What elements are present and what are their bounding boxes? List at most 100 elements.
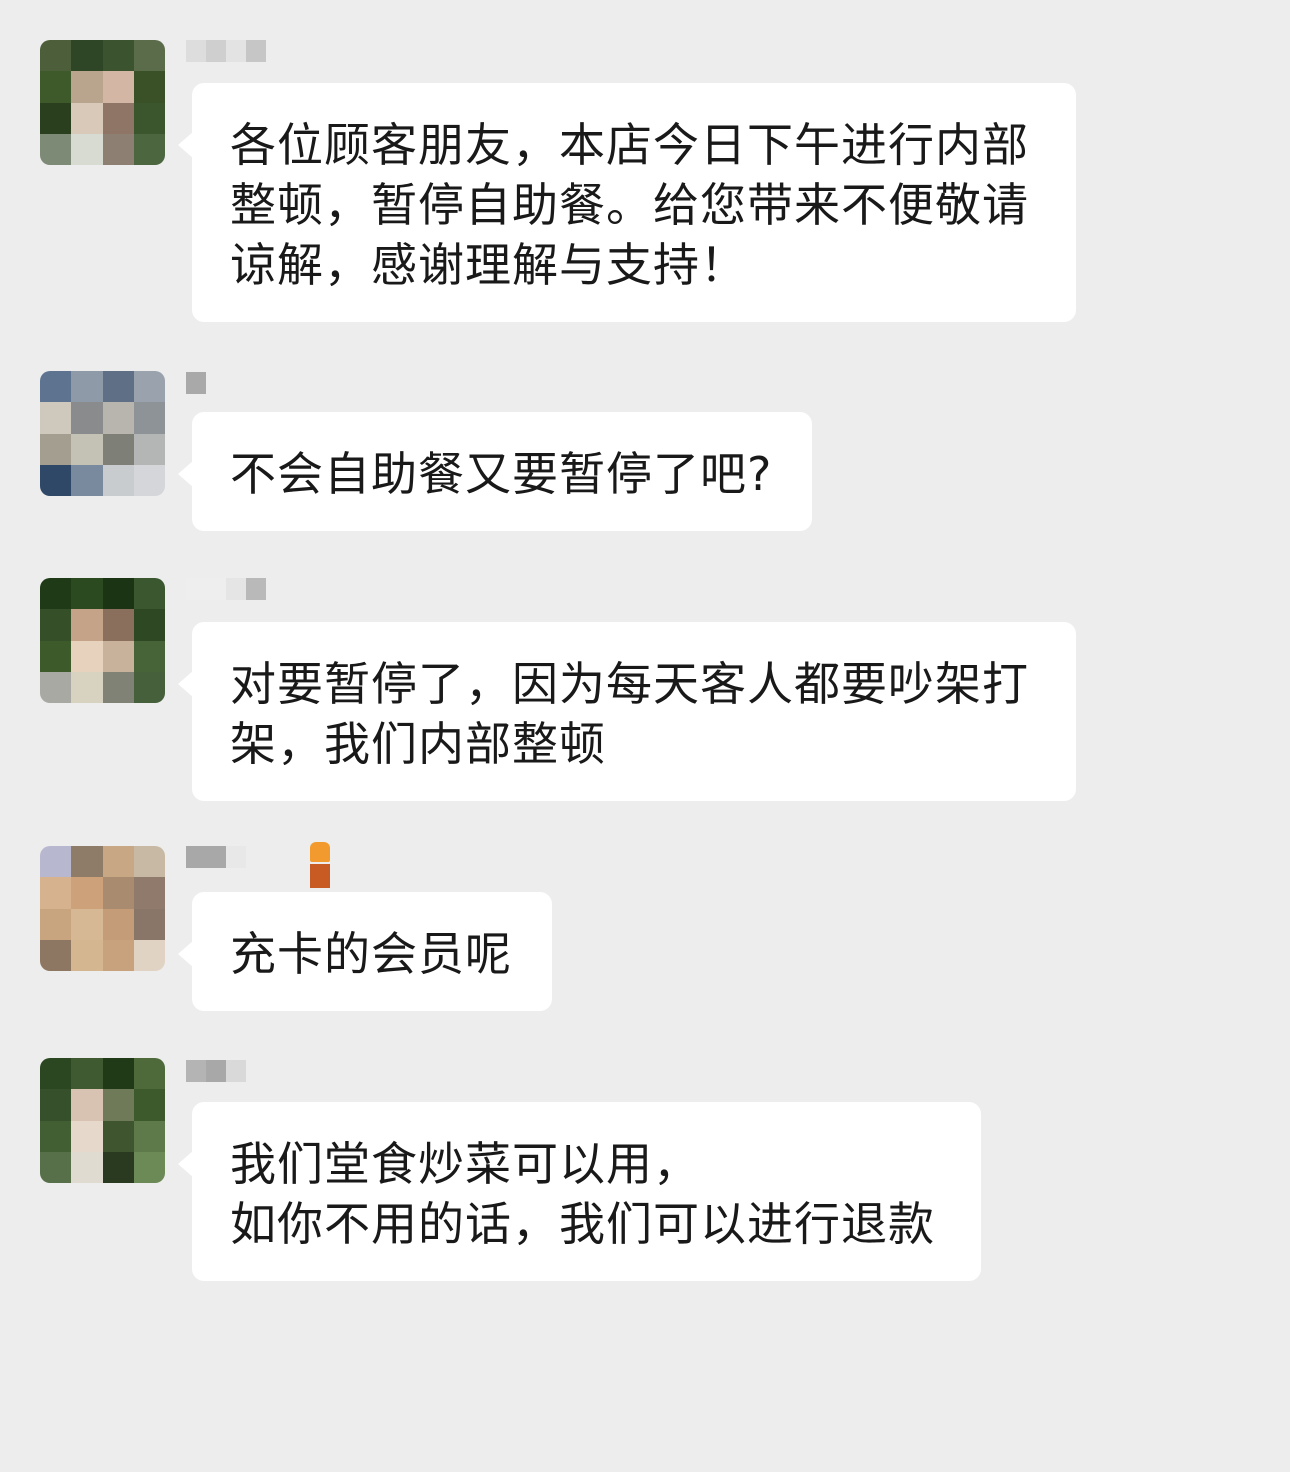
message-bubble[interactable]: 我们堂食炒菜可以用， 如你不用的话，我们可以进行退款 [178,1102,981,1281]
avatar-mosaic-cell [133,1089,165,1121]
carrot-emoji-icon [310,842,330,888]
avatar-mosaic-cell [71,102,103,134]
avatar-mosaic-cell [133,640,165,672]
avatar-mosaic-cell [102,939,134,971]
avatar-mosaic-cell [40,877,72,909]
name-mosaic-cell [206,40,226,62]
avatar-mosaic-cell [133,40,165,72]
avatar-mosaic-cell [102,1151,134,1183]
avatar-mosaic-cell [133,1058,165,1090]
avatar-mosaic-cell [133,102,165,134]
avatar-mosaic-cell [40,939,72,971]
name-mosaic-cell [186,40,206,62]
avatar-mosaic-cell [133,1120,165,1152]
avatar-mosaic-cell [133,908,165,940]
avatar-mosaic-cell [133,609,165,641]
avatar-mosaic-cell [40,433,72,465]
avatar[interactable] [40,1058,165,1183]
avatar-mosaic-cell [40,464,72,496]
avatar-mosaic-cell [102,433,134,465]
avatar-mosaic-cell [40,1120,72,1152]
message-bubble[interactable]: 对要暂停了，因为每天客人都要吵架打架，我们内部整顿 [178,622,1076,801]
avatar-mosaic-cell [40,578,72,610]
name-mosaic-cell [226,846,246,868]
avatar[interactable] [40,40,165,165]
name-mosaic-cell [186,578,226,600]
name-mosaic-cell [186,846,226,868]
avatar-mosaic-cell [71,371,103,403]
avatar-mosaic-cell [40,846,72,878]
avatar-mosaic-cell [71,433,103,465]
avatar-mosaic-cell [71,877,103,909]
message-bubble[interactable]: 各位顾客朋友，本店今日下午进行内部整顿，暂停自助餐。给您带来不便敬请谅解，感谢理… [178,83,1076,322]
avatar[interactable] [40,371,165,496]
avatar-mosaic-cell [40,102,72,134]
avatar-mosaic-cell [133,133,165,165]
name-mosaic-cell [226,1060,246,1082]
sender-name-blurred [186,40,266,62]
avatar-mosaic-cell [71,908,103,940]
avatar-mosaic-cell [71,1058,103,1090]
message-bubble[interactable]: 充卡的会员呢 [178,892,552,1011]
avatar-mosaic-cell [71,939,103,971]
sender-name-blurred [186,846,246,868]
avatar-mosaic-cell [71,609,103,641]
avatar-mosaic-cell [40,640,72,672]
avatar-mosaic-cell [102,1120,134,1152]
avatar-mosaic-cell [133,402,165,434]
chat-message-list: 各位顾客朋友，本店今日下午进行内部整顿，暂停自助餐。给您带来不便敬请谅解，感谢理… [0,0,1290,1472]
avatar-mosaic-cell [71,464,103,496]
avatar-mosaic-cell [102,133,134,165]
avatar-mosaic-cell [102,908,134,940]
avatar-mosaic-cell [102,71,134,103]
avatar-mosaic-cell [71,578,103,610]
avatar-mosaic-cell [133,877,165,909]
avatar-mosaic-cell [102,640,134,672]
avatar-mosaic-cell [40,371,72,403]
avatar-mosaic-cell [133,71,165,103]
name-mosaic-cell [226,578,246,600]
avatar-mosaic-cell [40,1058,72,1090]
avatar-mosaic-cell [40,40,72,72]
name-mosaic-cell [246,578,266,600]
avatar-mosaic-cell [71,846,103,878]
name-mosaic-cell [206,1060,226,1082]
avatar-mosaic-cell [133,464,165,496]
name-mosaic-cell [186,372,206,394]
avatar-mosaic-cell [102,402,134,434]
avatar-mosaic-cell [102,464,134,496]
sender-name-blurred [186,372,206,394]
avatar-mosaic-cell [71,402,103,434]
avatar-mosaic-cell [133,939,165,971]
avatar-mosaic-cell [133,846,165,878]
message-bubble[interactable]: 不会自助餐又要暂停了吧? [178,412,812,531]
avatar-mosaic-cell [102,1089,134,1121]
avatar[interactable] [40,578,165,703]
avatar-mosaic-cell [133,578,165,610]
avatar-mosaic-cell [40,133,72,165]
avatar-mosaic-cell [71,71,103,103]
avatar-mosaic-cell [40,908,72,940]
avatar-mosaic-cell [71,133,103,165]
avatar-mosaic-cell [71,671,103,703]
avatar-mosaic-cell [102,609,134,641]
name-mosaic-cell [186,1060,206,1082]
avatar-mosaic-cell [133,671,165,703]
avatar-mosaic-cell [40,1089,72,1121]
avatar-mosaic-cell [133,1151,165,1183]
avatar-mosaic-cell [40,609,72,641]
avatar-mosaic-cell [102,40,134,72]
avatar-mosaic-cell [71,1120,103,1152]
avatar-mosaic-cell [71,1151,103,1183]
name-mosaic-cell [226,40,246,62]
avatar-mosaic-cell [102,371,134,403]
avatar[interactable] [40,846,165,971]
avatar-mosaic-cell [133,433,165,465]
avatar-mosaic-cell [102,671,134,703]
avatar-mosaic-cell [71,1089,103,1121]
avatar-mosaic-cell [71,640,103,672]
avatar-mosaic-cell [40,671,72,703]
avatar-mosaic-cell [102,846,134,878]
sender-name-blurred [186,1060,246,1082]
avatar-mosaic-cell [40,402,72,434]
